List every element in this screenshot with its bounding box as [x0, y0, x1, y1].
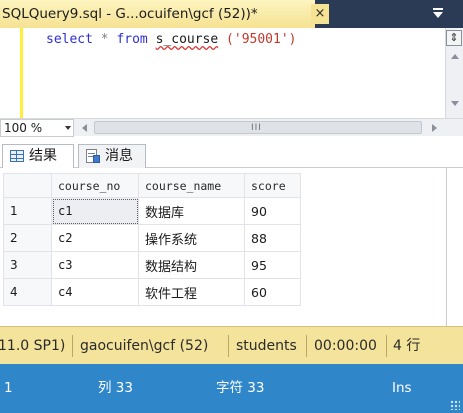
row-number[interactable]: 3 — [3, 251, 52, 279]
document-tab-sqlquery9[interactable]: SQLQuery9.sql - G...ocuifen\gcf (52))* — [0, 0, 315, 28]
messages-icon-flag — [93, 155, 100, 163]
cell-score[interactable]: 90 — [244, 197, 301, 225]
elapsed-time: 00:00:00 — [314, 338, 377, 354]
split-editor-icon[interactable]: ⇕ — [446, 30, 462, 46]
document-tab-title: SQLQuery9.sql - G...ocuifen\gcf (52))* — [2, 6, 258, 22]
chevron-down-icon — [65, 126, 71, 130]
status-line: 1 — [4, 380, 13, 396]
messages-icon-line — [88, 153, 95, 154]
tab-close-icon[interactable]: × — [311, 4, 329, 24]
cell-course-no[interactable]: c4 — [51, 278, 139, 306]
status-column: 列 33 — [98, 380, 133, 396]
zoom-value: 100 % — [4, 121, 43, 135]
results-grid[interactable]: course_no course_name score 1 c1 数据库 90 … — [3, 173, 301, 306]
scroll-up-icon[interactable] — [451, 54, 459, 59]
change-tracking-margin — [20, 28, 23, 118]
dropdown-bar — [433, 8, 443, 10]
grid-icon — [10, 150, 24, 162]
editor-vertical-scrollbar[interactable]: ⇕ — [445, 28, 463, 118]
cell-course-name[interactable]: 数据结构 — [138, 251, 245, 279]
tab-messages[interactable]: 消息 — [78, 144, 146, 168]
server-version: 11.0 SP1) — [0, 338, 66, 354]
cell-course-name[interactable]: 数据库 — [138, 197, 245, 225]
column-header-course-no[interactable]: course_no — [51, 173, 139, 198]
database-name: students — [236, 338, 297, 354]
operator-star: * — [100, 32, 109, 47]
cell-score[interactable]: 95 — [244, 251, 301, 279]
resize-grip-icon[interactable] — [450, 400, 460, 410]
row-number[interactable]: 2 — [3, 224, 52, 252]
results-pane-border — [446, 168, 447, 326]
code-line-1[interactable]: select * from s_course ('95001') — [46, 32, 297, 47]
tab-results-label: 结果 — [29, 148, 57, 164]
divider — [228, 335, 229, 357]
zoom-scroll-bar: 100 % III — [0, 118, 463, 137]
divider — [306, 335, 307, 357]
identifier-table: s_course — [155, 32, 219, 47]
cell-score[interactable]: 60 — [244, 278, 301, 306]
cell-course-no[interactable]: c3 — [51, 251, 139, 279]
column-header-course-name[interactable]: course_name — [138, 173, 245, 198]
horizontal-scroll-thumb[interactable]: III — [94, 121, 422, 134]
scroll-right-icon[interactable] — [432, 124, 437, 132]
tab-messages-label: 消息 — [105, 148, 133, 164]
cell-course-name[interactable]: 软件工程 — [138, 278, 245, 306]
connection-user: gaocuifen\gcf (52) — [80, 338, 209, 354]
argument-string: ('95001') — [226, 32, 297, 47]
grid-corner[interactable] — [3, 173, 52, 198]
keyword-from: from — [116, 32, 148, 47]
messages-icon — [84, 148, 100, 164]
results-tab-strip: 结果 消息 — [0, 140, 463, 168]
row-count: 4 行 — [393, 338, 421, 354]
status-char: 字符 33 — [216, 380, 265, 396]
scroll-left-icon[interactable] — [82, 124, 87, 132]
dropdown-triangle — [433, 12, 443, 18]
zoom-dropdown[interactable]: 100 % — [0, 119, 74, 137]
scroll-grip: III — [251, 123, 262, 133]
query-status-bar: 11.0 SP1) gaocuifen\gcf (52) students 00… — [0, 326, 463, 364]
table-row: 1 c1 数据库 90 — [3, 197, 301, 225]
divider — [386, 335, 387, 357]
cell-course-name[interactable]: 操作系统 — [138, 224, 245, 252]
scroll-down-icon[interactable] — [451, 101, 459, 106]
keyword-select: select — [46, 32, 93, 47]
tab-results[interactable]: 结果 — [2, 144, 74, 168]
column-header-score[interactable]: score — [244, 173, 301, 198]
sql-editor[interactable]: select * from s_course ('95001') ⇕ — [0, 28, 463, 118]
row-number[interactable]: 1 — [3, 197, 52, 225]
header-row: course_no course_name score — [3, 173, 301, 198]
status-insert-mode: Ins — [392, 380, 412, 396]
ide-status-bar: 1 列 33 字符 33 Ins — [0, 364, 463, 413]
document-tab-bar: SQLQuery9.sql - G...ocuifen\gcf (52))* × — [0, 0, 463, 28]
table-row: 2 c2 操作系统 88 — [3, 224, 301, 252]
cell-score[interactable]: 88 — [244, 224, 301, 252]
table-row: 4 c4 软件工程 60 — [3, 278, 301, 306]
cell-course-no[interactable]: c1 — [51, 197, 139, 225]
table-row: 3 c3 数据结构 95 — [3, 251, 301, 279]
cell-course-no[interactable]: c2 — [51, 224, 139, 252]
tab-list-dropdown-icon[interactable] — [432, 8, 444, 20]
row-number[interactable]: 4 — [3, 278, 52, 306]
results-grid-pane: course_no course_name score 1 c1 数据库 90 … — [0, 168, 463, 326]
divider — [72, 335, 73, 357]
